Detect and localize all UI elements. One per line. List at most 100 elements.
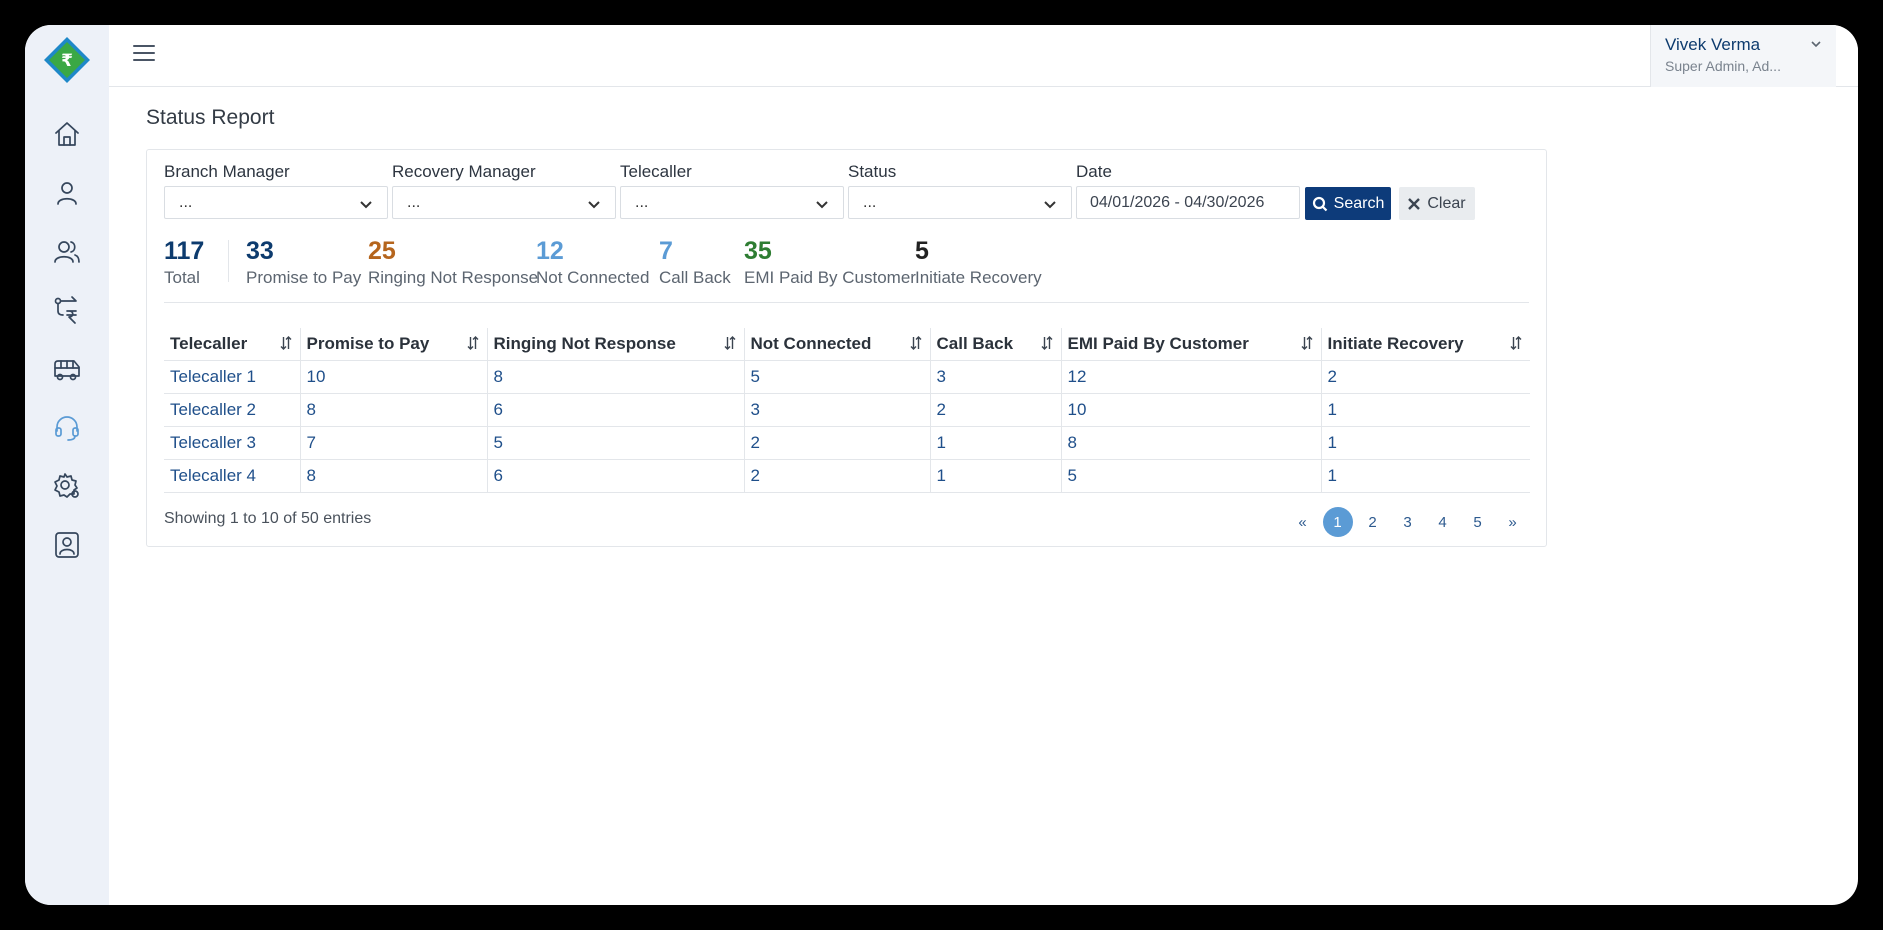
recovery-manager-select[interactable]: ... bbox=[392, 186, 616, 219]
app-logo[interactable]: ₹ bbox=[42, 35, 92, 85]
pagination: « 1 2 3 4 5 » bbox=[1285, 507, 1530, 537]
clear-button-label: Clear bbox=[1427, 194, 1466, 212]
menu-toggle-icon[interactable] bbox=[133, 45, 155, 65]
stat-promise-to-pay: 33 Promise to Pay bbox=[246, 237, 361, 288]
stat-divider bbox=[228, 240, 229, 282]
stat-call-back-label: Call Back bbox=[659, 268, 731, 287]
nav-profile-card-icon[interactable] bbox=[42, 520, 92, 570]
date-label: Date bbox=[1076, 162, 1112, 181]
sort-icon[interactable] bbox=[910, 336, 922, 350]
date-range-input[interactable] bbox=[1076, 186, 1300, 219]
page-label: 5 bbox=[1473, 513, 1482, 531]
page-button[interactable]: 1 bbox=[1320, 507, 1355, 537]
table-cell: 8 bbox=[300, 393, 488, 427]
column-header[interactable]: EMI Paid By Customer bbox=[1061, 328, 1322, 361]
telecaller-link[interactable]: Telecaller 1 bbox=[164, 360, 301, 394]
stat-not-connected-label: Not Connected bbox=[536, 268, 650, 287]
stat-total: 117 Total bbox=[164, 237, 204, 288]
search-button[interactable]: Search bbox=[1305, 187, 1391, 220]
column-header[interactable]: Promise to Pay bbox=[300, 328, 488, 361]
table-cell: 6 bbox=[487, 393, 745, 427]
stat-not-connected-value: 12 bbox=[536, 237, 564, 265]
table-cell: 5 bbox=[1061, 459, 1322, 493]
top-bar: Vivek Verma Super Admin, Ad... bbox=[109, 25, 1858, 87]
nav-telecaller-headset-icon[interactable] bbox=[42, 403, 92, 453]
table-cell: 1 bbox=[1321, 459, 1530, 493]
user-menu[interactable]: Vivek Verma Super Admin, Ad... bbox=[1650, 25, 1836, 87]
stat-ringing-label: Ringing Not Response bbox=[368, 268, 539, 287]
nav-user-icon[interactable] bbox=[42, 168, 92, 218]
sort-icon[interactable] bbox=[1041, 336, 1053, 350]
stat-total-label: Total bbox=[164, 268, 200, 287]
column-header[interactable]: Ringing Not Response bbox=[487, 328, 745, 361]
stat-initiate-recovery-value: 5 bbox=[915, 237, 929, 265]
stat-emi-paid-value: 35 bbox=[744, 237, 772, 265]
user-name: Vivek Verma bbox=[1665, 35, 1761, 54]
sort-icon[interactable] bbox=[724, 336, 736, 350]
table-cell: 2 bbox=[930, 393, 1062, 427]
chevron-down-icon bbox=[588, 201, 600, 209]
telecaller-link[interactable]: Telecaller 3 bbox=[164, 426, 301, 460]
column-header[interactable]: Call Back bbox=[930, 328, 1062, 361]
table-row[interactable]: Telecaller 3752181 bbox=[164, 426, 1530, 460]
table-row[interactable]: Telecaller 2 8 6 3 2 10 1 bbox=[164, 393, 1530, 427]
nav-settings-icon[interactable] bbox=[42, 461, 92, 511]
table-cell: 3 bbox=[744, 393, 931, 427]
column-header-label: Initiate Recovery bbox=[1327, 333, 1464, 353]
stat-initiate-recovery-label: Initiate Recovery bbox=[915, 268, 1042, 287]
branch-manager-select[interactable]: ... bbox=[164, 186, 388, 219]
page-label: « bbox=[1298, 513, 1307, 531]
column-header-label: Not Connected bbox=[750, 333, 872, 353]
column-header[interactable]: Not Connected bbox=[744, 328, 931, 361]
table-row[interactable]: Telecaller 1 10 8 5 3 12 2 bbox=[164, 360, 1530, 394]
stat-emi-paid: 35 EMI Paid By Customer bbox=[744, 237, 916, 288]
stat-ringing-not-response: 25 Ringing Not Response bbox=[368, 237, 538, 288]
table-cell: 1 bbox=[1321, 393, 1530, 427]
table-cell: 8 bbox=[1061, 426, 1322, 460]
sort-icon[interactable] bbox=[1510, 336, 1522, 350]
telecaller-link[interactable]: Telecaller 4 bbox=[164, 459, 301, 493]
stat-ringing-value: 25 bbox=[368, 237, 396, 265]
column-header-label: Telecaller bbox=[170, 333, 248, 353]
telecaller-select[interactable]: ... bbox=[620, 186, 844, 219]
stat-call-back: 7 Call Back bbox=[659, 237, 731, 288]
telecaller-link[interactable]: Telecaller 2 bbox=[164, 393, 301, 427]
telecaller-value: ... bbox=[635, 194, 649, 211]
chevron-down-icon bbox=[360, 201, 372, 209]
page-button[interactable]: 5 bbox=[1460, 507, 1495, 537]
sort-icon[interactable] bbox=[467, 336, 479, 350]
column-header[interactable]: Telecaller bbox=[164, 328, 301, 361]
page-button[interactable]: 2 bbox=[1355, 507, 1390, 537]
stat-not-connected: 12 Not Connected bbox=[536, 237, 649, 288]
nav-users-icon[interactable] bbox=[42, 227, 92, 277]
table-cell: 1 bbox=[930, 426, 1062, 460]
nav-home-icon[interactable] bbox=[42, 109, 92, 159]
telecaller-label: Telecaller bbox=[620, 162, 692, 181]
table-cell: 5 bbox=[487, 426, 745, 460]
status-value: ... bbox=[863, 194, 877, 211]
table-cell: 10 bbox=[300, 360, 488, 394]
nav-loan-transfer-icon[interactable] bbox=[42, 285, 92, 335]
page-button[interactable]: 4 bbox=[1425, 507, 1460, 537]
clear-button[interactable]: Clear bbox=[1399, 187, 1475, 220]
sort-icon[interactable] bbox=[280, 336, 292, 350]
stat-promise-to-pay-label: Promise to Pay bbox=[246, 268, 362, 287]
page-prev-button[interactable]: « bbox=[1285, 507, 1320, 537]
table-cell: 12 bbox=[1061, 360, 1322, 394]
table-cell: 1 bbox=[1321, 426, 1530, 460]
table-cell: 7 bbox=[300, 426, 488, 460]
table-row[interactable]: Telecaller 4862151 bbox=[164, 459, 1530, 493]
sidebar: ₹ bbox=[25, 25, 109, 905]
sort-icon[interactable] bbox=[1301, 336, 1313, 350]
report-card: Branch Manager ... Recovery Manager ... … bbox=[146, 149, 1547, 547]
column-header[interactable]: Initiate Recovery bbox=[1321, 328, 1530, 361]
page-title: Status Report bbox=[146, 106, 275, 129]
page-next-button[interactable]: » bbox=[1495, 507, 1530, 537]
status-select[interactable]: ... bbox=[848, 186, 1072, 219]
table-cell: 8 bbox=[300, 459, 488, 493]
page-label: 3 bbox=[1403, 513, 1412, 531]
stat-total-value: 117 bbox=[164, 237, 205, 265]
page-button[interactable]: 3 bbox=[1390, 507, 1425, 537]
table-cell: 5 bbox=[744, 360, 931, 394]
nav-vehicle-icon[interactable] bbox=[42, 344, 92, 394]
